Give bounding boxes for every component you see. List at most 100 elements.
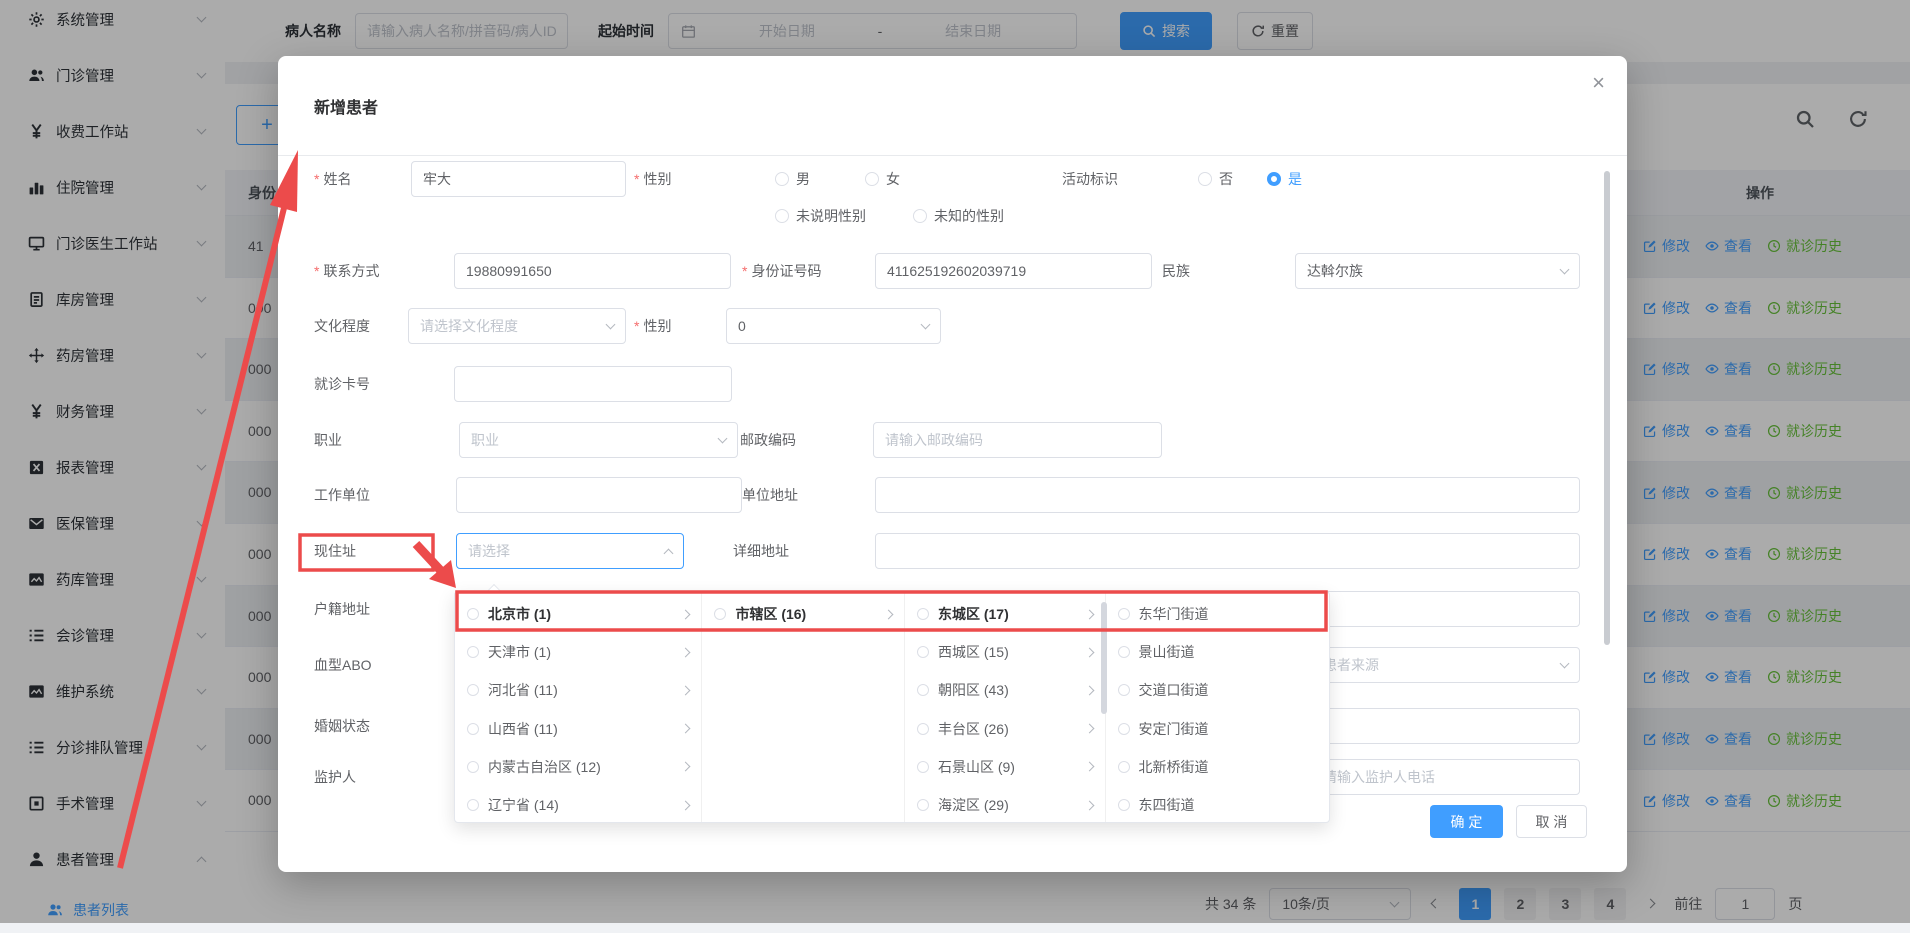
radio-icon (467, 761, 479, 773)
detail-address-label: 详细地址 (733, 533, 789, 569)
cascader-street-column: 东华门街道 景山街道 交道口街道 安定门街道 北新桥街道 (1106, 592, 1329, 822)
ethnicity-select[interactable]: 达斡尔族 (1295, 253, 1580, 289)
radio-icon (1118, 723, 1130, 735)
ethnicity-label: 民族 (1162, 253, 1190, 289)
gender-code-label: *性别 (634, 308, 671, 344)
cascader-option[interactable]: 辽宁省 (14) (455, 786, 701, 822)
chevron-right-icon (681, 686, 691, 696)
active-flag-label: 活动标识 (1062, 161, 1118, 197)
cascader-option[interactable]: 内蒙古自治区 (12) (455, 748, 701, 786)
id-card-label: *身份证号码 (742, 253, 821, 289)
visit-card-label: 就诊卡号 (314, 366, 370, 402)
contact-label: *联系方式 (314, 253, 379, 289)
radio-checked-icon (1267, 172, 1281, 186)
cascader-option[interactable]: 北京市 (1) (455, 595, 701, 633)
cascader-option[interactable]: 朝阳区 (43) (905, 671, 1105, 709)
gender-code-select[interactable]: 0 (726, 308, 941, 344)
marital-status-label: 婚姻状态 (314, 708, 370, 744)
id-card-input[interactable] (875, 253, 1152, 289)
chevron-down-icon (718, 434, 728, 444)
postal-code-input[interactable] (873, 422, 1162, 458)
chevron-down-icon (1560, 265, 1570, 275)
gender-radio-male[interactable]: 男 (775, 161, 810, 197)
patient-source-select[interactable]: 患者来源 (1311, 647, 1580, 683)
cascader-option[interactable]: 石景山区 (9) (905, 748, 1105, 786)
work-address-input[interactable] (875, 477, 1580, 513)
cascader-district-column: 东城区 (17) 西城区 (15) 朝阳区 (43) 丰台区 (26) (905, 592, 1106, 822)
chevron-right-icon (1084, 800, 1094, 810)
chevron-down-icon (606, 320, 616, 330)
radio-icon (917, 761, 929, 773)
name-label: *姓名 (314, 161, 351, 197)
modal-scrollbar[interactable] (1604, 171, 1610, 645)
chevron-right-icon (681, 762, 691, 772)
cascader-option[interactable]: 交道口街道 (1106, 671, 1329, 709)
gender-radio-unknown[interactable]: 未知的性别 (913, 198, 1004, 234)
gender-radio-unstated[interactable]: 未说明性别 (775, 198, 866, 234)
gender-label: *性别 (634, 161, 671, 197)
modal-title: 新增患者 (314, 94, 378, 118)
chevron-right-icon (681, 800, 691, 810)
radio-icon (775, 209, 789, 223)
detail-address-input[interactable] (875, 533, 1580, 569)
occupation-label: 职业 (314, 422, 342, 458)
marital-status-input[interactable] (1311, 708, 1580, 744)
cascader-city-column: 市辖区 (16) (702, 592, 905, 822)
chevron-down-icon (921, 320, 931, 330)
active-flag-radio-yes[interactable]: 是 (1267, 161, 1302, 197)
blood-type-label: 血型ABO (314, 647, 372, 683)
radio-icon (1118, 761, 1130, 773)
chevron-right-icon (681, 724, 691, 734)
registered-address-label: 户籍地址 (314, 591, 370, 627)
education-select[interactable]: 请选择文化程度 (408, 308, 626, 344)
contact-input[interactable] (454, 253, 731, 289)
radio-icon (865, 172, 879, 186)
occupation-select[interactable]: 职业 (459, 422, 738, 458)
cascader-option[interactable]: 天津市 (1) (455, 633, 701, 671)
cascader-option[interactable]: 景山街道 (1106, 633, 1329, 671)
chevron-right-icon (1084, 647, 1094, 657)
name-input[interactable] (411, 161, 626, 197)
radio-icon (467, 799, 479, 811)
radio-icon (1118, 646, 1130, 658)
guardian-label: 监护人 (314, 759, 356, 795)
modal-header-divider (278, 155, 1627, 156)
cascader-option[interactable]: 河北省 (11) (455, 671, 701, 709)
postal-code-label: 邮政编码 (740, 422, 796, 458)
cascader-option[interactable]: 北新桥街道 (1106, 748, 1329, 786)
cascader-option[interactable]: 安定门街道 (1106, 710, 1329, 748)
chevron-right-icon (1084, 724, 1094, 734)
cascader-option[interactable]: 东四街道 (1106, 786, 1329, 822)
radio-icon (1118, 608, 1130, 620)
chevron-right-icon (1084, 609, 1094, 619)
cascader-option[interactable]: 东华门街道 (1106, 595, 1329, 633)
chevron-down-icon (1560, 659, 1570, 669)
cancel-button[interactable]: 取 消 (1516, 805, 1587, 838)
cascader-option[interactable]: 西城区 (15) (905, 633, 1105, 671)
cascader-option[interactable]: 东城区 (17) (905, 595, 1105, 633)
radio-icon (917, 799, 929, 811)
current-address-cascader-input[interactable]: 请选择 (456, 533, 684, 569)
chevron-right-icon (681, 647, 691, 657)
work-unit-input[interactable] (456, 477, 742, 513)
address-cascader-dropdown: 北京市 (1) 天津市 (1) 河北省 (11) 山西省 (11) (454, 591, 1330, 823)
chevron-right-icon (1084, 686, 1094, 696)
cascader-option[interactable]: 海淀区 (29) (905, 786, 1105, 822)
radio-icon (917, 684, 929, 696)
work-unit-label: 工作单位 (314, 477, 370, 513)
radio-icon (714, 608, 726, 620)
visit-card-input[interactable] (454, 366, 732, 402)
chevron-up-icon (664, 548, 674, 558)
work-address-label: 单位地址 (742, 477, 798, 513)
radio-icon (467, 646, 479, 658)
gender-radio-female[interactable]: 女 (865, 161, 900, 197)
active-flag-radio-no[interactable]: 否 (1198, 161, 1233, 197)
guardian-phone-input[interactable] (1311, 759, 1580, 795)
cascader-option[interactable]: 丰台区 (26) (905, 710, 1105, 748)
close-icon[interactable]: × (1592, 70, 1605, 96)
chevron-right-icon (884, 609, 894, 619)
confirm-button[interactable]: 确 定 (1430, 805, 1503, 838)
cascader-option[interactable]: 市辖区 (16) (702, 595, 904, 633)
cascader-option[interactable]: 山西省 (11) (455, 710, 701, 748)
radio-icon (917, 646, 929, 658)
